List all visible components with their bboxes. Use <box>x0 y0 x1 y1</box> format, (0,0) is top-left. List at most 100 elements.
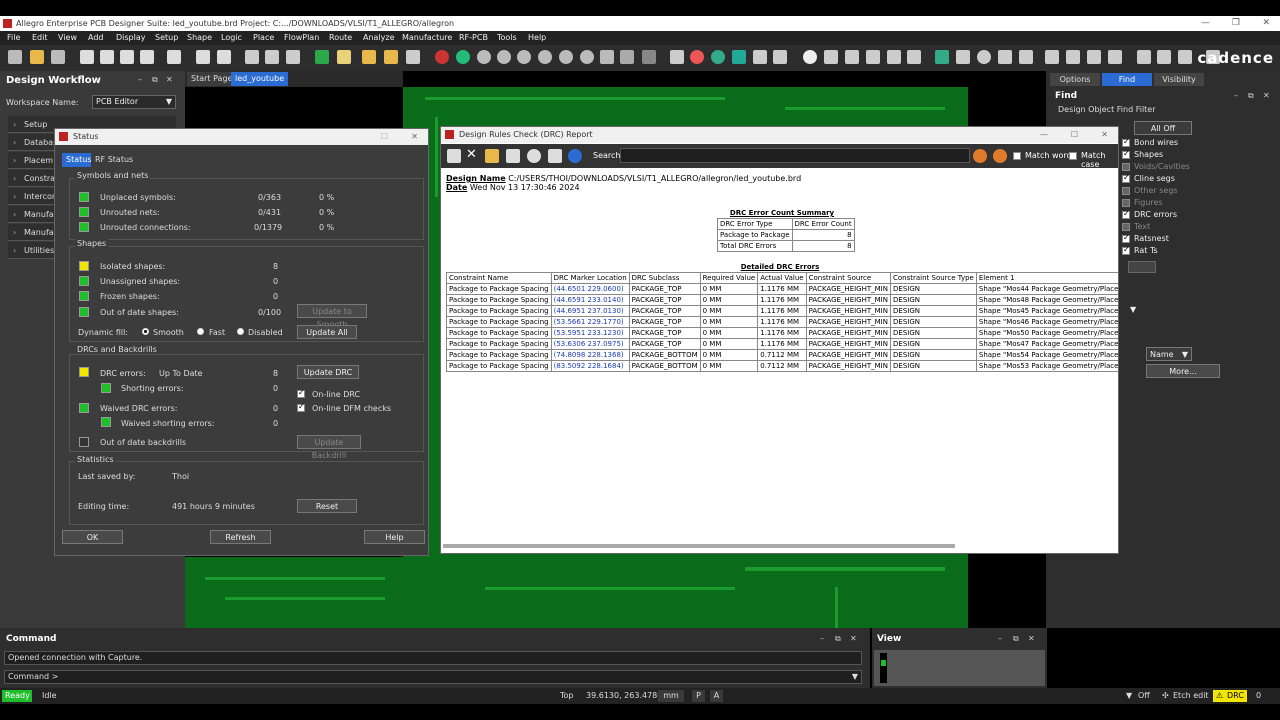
zoom-previous-icon[interactable] <box>559 50 573 64</box>
menu-analyze[interactable]: Analyze <box>363 31 395 45</box>
save-icon[interactable] <box>506 149 520 163</box>
view-close-icon[interactable]: ✕ <box>1028 634 1035 643</box>
find-select-small[interactable] <box>1128 261 1156 273</box>
color-icon[interactable] <box>690 50 704 64</box>
status-close-icon[interactable]: ✕ <box>411 129 418 145</box>
panel-close-icon[interactable]: ✕ <box>166 75 173 84</box>
marker-location-link[interactable]: (53.5661 229.1770) <box>550 316 630 328</box>
checkbox-drc-errors[interactable] <box>1122 209 1130 219</box>
next-icon[interactable] <box>993 149 1007 163</box>
marker-location-link[interactable]: (53.6306 237.0975) <box>550 338 630 350</box>
menu-view[interactable]: View <box>58 31 77 45</box>
command-float-icon[interactable]: ⧉ <box>835 634 841 644</box>
void-icon[interactable] <box>998 50 1012 64</box>
drc-maximize-icon[interactable]: ☐ <box>1071 127 1078 143</box>
marker-location-link-text[interactable]: (74.8098 228.1368) <box>554 351 624 359</box>
via-icon[interactable] <box>977 50 991 64</box>
online-dfm-checkbox[interactable] <box>297 402 305 412</box>
dimension-icon[interactable] <box>1045 50 1059 64</box>
delete-icon[interactable] <box>120 50 134 64</box>
drc-close-icon[interactable]: ✕ <box>1101 127 1108 143</box>
marker-location-link[interactable]: (53.5951 233.1230) <box>550 327 630 339</box>
panel-minimize-icon[interactable]: – <box>138 75 142 84</box>
fill-smooth-radio[interactable] <box>142 328 149 335</box>
zoom-in-icon[interactable] <box>497 50 511 64</box>
menu-manufacture[interactable]: Manufacture <box>402 31 452 45</box>
menu-display[interactable]: Display <box>116 31 146 45</box>
maximize-icon[interactable]: ❐ <box>1232 16 1240 31</box>
camera-icon[interactable] <box>1108 50 1122 64</box>
flip-icon[interactable] <box>286 50 300 64</box>
edit-shape-icon[interactable] <box>956 50 970 64</box>
filter-funnel-icon[interactable]: ▼ <box>1126 688 1132 704</box>
page-icon[interactable] <box>773 50 787 64</box>
menu-help[interactable]: Help <box>528 31 546 45</box>
checkbox-cline-segs[interactable] <box>1122 173 1130 183</box>
slide-icon[interactable] <box>384 50 398 64</box>
marker-location-link[interactable]: (74.8098 228.1368) <box>550 349 630 361</box>
menu-setup[interactable]: Setup <box>155 31 178 45</box>
add-icon[interactable] <box>935 50 949 64</box>
save-icon[interactable] <box>51 50 65 64</box>
close-icon[interactable]: ✕ <box>1262 16 1270 31</box>
marker-location-link-text[interactable]: (53.5661 229.1770) <box>554 318 624 326</box>
match-word-checkbox[interactable] <box>1013 152 1021 160</box>
zoom-fit-icon[interactable] <box>477 50 491 64</box>
panel-float-icon[interactable]: ⧉ <box>152 75 158 85</box>
minimize-icon[interactable]: — <box>1201 16 1210 31</box>
tab-visibility[interactable]: Visibility <box>1154 73 1204 86</box>
drc-minimize-icon[interactable]: — <box>1040 127 1048 143</box>
a-toggle[interactable]: A <box>710 690 723 702</box>
command-close-icon[interactable]: ✕ <box>850 634 857 643</box>
all-off-button[interactable]: All Off <box>1134 121 1192 135</box>
rats-icon[interactable] <box>866 50 880 64</box>
checkbox-bond-wires[interactable] <box>1122 137 1130 147</box>
tab-led-youtube[interactable]: led_youtube <box>231 72 289 86</box>
help-icon[interactable] <box>568 149 582 163</box>
3d-view-icon[interactable] <box>642 50 656 64</box>
copy-icon[interactable] <box>100 50 114 64</box>
marker-location-link[interactable]: (44.6501 229.0600) <box>550 283 630 295</box>
command-input[interactable]: Command > ▼ <box>4 670 862 684</box>
marker-location-link[interactable]: (44.6951 237.0130) <box>550 305 630 317</box>
menu-shape[interactable]: Shape <box>187 31 212 45</box>
shape-icon[interactable] <box>887 50 901 64</box>
checkbox-ratsnest[interactable] <box>1122 233 1130 243</box>
update-all-button[interactable]: Update All <box>297 325 357 339</box>
menu-flowplan[interactable]: FlowPlan <box>284 31 319 45</box>
print-icon[interactable] <box>548 149 562 163</box>
marker-location-link[interactable]: (44.6591 233.0140) <box>550 294 630 306</box>
marker-location-link-text[interactable]: (53.6306 237.0975) <box>554 340 624 348</box>
open-folder-icon[interactable] <box>485 149 499 163</box>
find-float-icon[interactable]: ⧉ <box>1248 91 1254 101</box>
p-toggle[interactable]: P <box>692 690 705 702</box>
measure-icon[interactable] <box>1066 50 1080 64</box>
marker-location-link-text[interactable]: (83.5092 228.1684) <box>554 362 624 370</box>
fill-fast-radio[interactable] <box>197 328 204 335</box>
refresh-button[interactable]: Refresh <box>210 530 271 544</box>
pin-icon[interactable] <box>196 50 210 64</box>
snap-icon[interactable] <box>245 50 259 64</box>
filter-icon[interactable] <box>824 50 838 64</box>
match-case-checkbox[interactable] <box>1069 152 1077 160</box>
fill-disabled-radio[interactable] <box>237 328 244 335</box>
menu-place[interactable]: Place <box>253 31 274 45</box>
tab-find[interactable]: Find <box>1102 73 1152 86</box>
place-icon[interactable] <box>315 50 329 64</box>
reset-button[interactable]: Reset <box>297 499 357 513</box>
horizontal-scrollbar[interactable] <box>443 544 955 548</box>
marker-location-link[interactable]: (83.5092 228.1684) <box>550 360 630 372</box>
redo-icon[interactable] <box>167 50 181 64</box>
script-icon[interactable] <box>1137 50 1151 64</box>
name-select[interactable]: Name ▼ <box>1146 347 1192 361</box>
settings-icon[interactable] <box>907 50 921 64</box>
menu-rf-pcb[interactable]: RF-PCB <box>459 31 488 45</box>
open-icon[interactable] <box>30 50 44 64</box>
previous-icon[interactable] <box>973 149 987 163</box>
tab-rf-status[interactable]: RF Status <box>91 153 138 167</box>
marker-location-link-text[interactable]: (44.6501 229.0600) <box>554 285 624 293</box>
route-icon[interactable] <box>362 50 376 64</box>
update-drc-button[interactable]: Update DRC <box>297 365 359 379</box>
menu-tools[interactable]: Tools <box>497 31 517 45</box>
close-x-icon[interactable]: ✕ <box>466 147 477 162</box>
